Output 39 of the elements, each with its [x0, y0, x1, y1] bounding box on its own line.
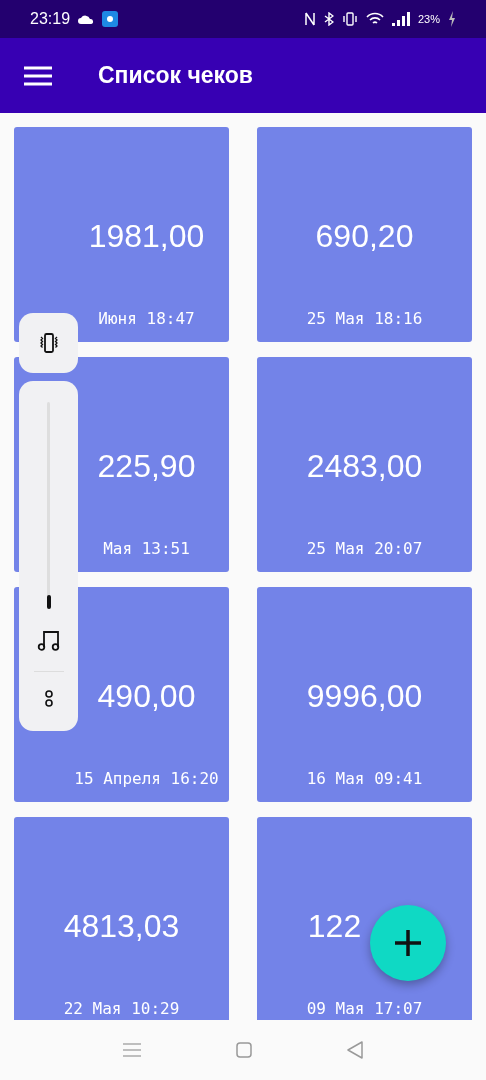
receipt-amount: 225,90 [97, 448, 196, 485]
more-icon[interactable] [43, 690, 54, 708]
receipt-card[interactable]: 9996,00 16 Мая 09:41 [257, 587, 472, 802]
receipt-date: 25 Мая 20:07 [306, 539, 423, 558]
app-notification-icon [102, 11, 119, 27]
receipt-date: 16 Мая 09:41 [306, 769, 423, 788]
battery-percent: 23% [417, 13, 440, 25]
screen-title: Список чеков [98, 62, 253, 89]
cloud-icon [78, 14, 95, 24]
receipt-amount: 2483,00 [306, 448, 423, 485]
nfc-icon [303, 12, 316, 26]
receipt-amount: 9996,00 [306, 678, 423, 715]
signal-icon [391, 12, 410, 26]
receipt-date: Июня 18:47 [98, 309, 195, 328]
receipt-card[interactable]: 1981,00 Июня 18:47 [14, 127, 229, 342]
receipt-card[interactable]: 4813,03 22 Мая 10:29 [14, 817, 229, 1020]
receipt-card[interactable]: 122 09 Мая 17:07 [257, 817, 472, 1020]
receipt-amount: 122 [307, 908, 362, 945]
receipt-amount: 690,20 [315, 218, 414, 255]
receipt-date: 09 Мая 17:07 [306, 999, 423, 1018]
home-icon[interactable] [236, 1042, 252, 1058]
receipt-date: 15 Апреля 16:20 [74, 769, 219, 788]
receipt-amount: 4813,03 [63, 908, 180, 945]
receipt-card[interactable]: 690,20 25 Мая 18:16 [257, 127, 472, 342]
back-icon[interactable] [347, 1041, 363, 1059]
receipt-amount: 490,00 [97, 678, 196, 715]
vibrate-button[interactable] [19, 313, 78, 373]
vibrate-icon [341, 12, 358, 26]
receipt-card[interactable]: 2483,00 25 Мая 20:07 [257, 357, 472, 572]
receipt-amount: 1981,00 [88, 218, 205, 255]
receipt-date: 22 Мая 10:29 [63, 999, 180, 1018]
wifi-icon [365, 12, 384, 26]
charging-icon [448, 11, 456, 27]
receipt-date: Мая 13:51 [103, 539, 190, 558]
status-time: 23:19 [30, 10, 71, 28]
bluetooth-icon [323, 12, 334, 26]
receipt-date: 25 Мая 18:16 [306, 309, 423, 328]
plus-icon [394, 929, 422, 957]
music-note-icon [36, 629, 61, 651]
